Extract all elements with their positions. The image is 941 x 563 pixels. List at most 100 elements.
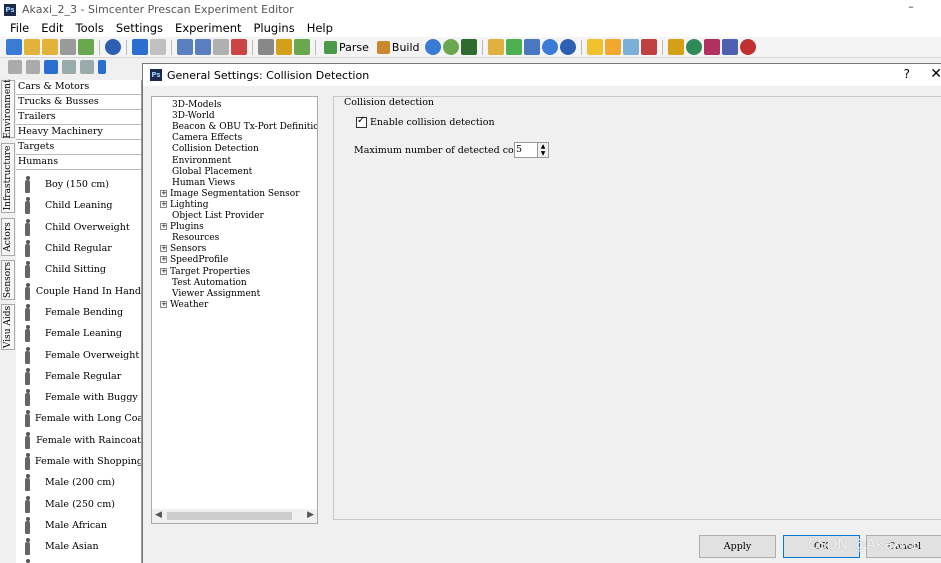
tree-node[interactable]: + Weather bbox=[160, 300, 317, 311]
grid-icon[interactable] bbox=[523, 39, 540, 55]
expand-icon[interactable]: + bbox=[160, 200, 167, 208]
tree-node[interactable]: Global Placement bbox=[172, 167, 317, 178]
open-recent-icon[interactable] bbox=[42, 39, 58, 55]
list-item[interactable]: Female Regular bbox=[16, 366, 141, 387]
forward-icon[interactable] bbox=[26, 60, 40, 74]
expand-icon[interactable]: + bbox=[160, 300, 167, 308]
tree-node[interactable]: Object List Provider bbox=[172, 211, 317, 222]
expand-icon[interactable]: + bbox=[160, 189, 167, 197]
spin-up-icon[interactable]: ▲ bbox=[538, 143, 548, 150]
minimize-icon[interactable]: – bbox=[901, 0, 921, 19]
tree-node[interactable]: + SpeedProfile bbox=[160, 255, 317, 266]
tree-node[interactable]: Viewer Assignment bbox=[172, 289, 317, 300]
tab-environment[interactable]: Environment bbox=[1, 79, 15, 139]
category-cars-motors[interactable]: Cars & Motors bbox=[16, 80, 141, 95]
category-targets[interactable]: Targets bbox=[16, 140, 141, 155]
undo-icon[interactable] bbox=[132, 39, 148, 55]
menu-experiment[interactable]: Experiment bbox=[169, 21, 247, 35]
parse-button[interactable]: Parse bbox=[321, 40, 372, 54]
paste-icon[interactable] bbox=[213, 39, 229, 55]
junction-icon[interactable] bbox=[505, 39, 522, 55]
tree-node[interactable]: + Image Segmentation Sensor bbox=[160, 189, 317, 200]
menu-settings[interactable]: Settings bbox=[110, 21, 169, 35]
tree-node[interactable]: Environment bbox=[172, 156, 317, 167]
close-icon[interactable]: ✕ bbox=[930, 66, 941, 82]
copy-icon[interactable] bbox=[195, 39, 211, 55]
enable-collision-row[interactable]: Enable collision detection bbox=[356, 115, 495, 128]
expand-icon[interactable]: + bbox=[160, 256, 167, 264]
category-trucks-busses[interactable]: Trucks & Busses bbox=[16, 95, 141, 110]
weather-icon[interactable] bbox=[622, 39, 639, 55]
scroll-left-icon[interactable]: ◀ bbox=[155, 510, 162, 520]
tree-node[interactable]: Collision Detection bbox=[172, 144, 317, 155]
globe-icon[interactable] bbox=[424, 39, 441, 55]
tree-node[interactable]: Camera Effects bbox=[172, 133, 317, 144]
tree-node[interactable]: Test Automation bbox=[172, 278, 317, 289]
list-item[interactable]: Child Leaning bbox=[16, 195, 141, 216]
earth-icon[interactable] bbox=[559, 39, 576, 55]
scroll-right-icon[interactable]: ▶ bbox=[307, 510, 314, 520]
list-item[interactable]: Boy (150 cm) bbox=[16, 174, 141, 195]
globe-sync-icon[interactable] bbox=[442, 39, 459, 55]
expand-icon[interactable]: + bbox=[160, 267, 167, 275]
tree-node[interactable]: Resources bbox=[172, 233, 317, 244]
time-slider[interactable] bbox=[98, 60, 106, 74]
tree-node[interactable]: + Plugins bbox=[160, 222, 317, 233]
chart-icon[interactable] bbox=[667, 39, 684, 55]
tab-sensors[interactable]: Sensors bbox=[1, 260, 15, 300]
list-item[interactable]: Female Overweight bbox=[16, 344, 141, 365]
camera-icon[interactable] bbox=[703, 39, 720, 55]
list-item[interactable]: Male (200 cm) bbox=[16, 472, 141, 493]
list-item[interactable]: Child Overweight bbox=[16, 217, 141, 238]
menu-edit[interactable]: Edit bbox=[35, 21, 69, 35]
world-icon[interactable] bbox=[541, 39, 558, 55]
list-item[interactable]: Female with Long Coat bbox=[16, 408, 141, 429]
help-icon[interactable] bbox=[105, 39, 121, 55]
tab-actors[interactable]: Actors bbox=[1, 218, 15, 256]
tree-horizontal-scrollbar[interactable]: ◀ ▶ bbox=[152, 509, 317, 523]
tree-node[interactable]: Beacon & OBU Tx-Port Definitio bbox=[172, 122, 317, 133]
list-item[interactable]: Female Bending bbox=[16, 302, 141, 323]
tree-node[interactable]: + Sensors bbox=[160, 244, 317, 255]
shield-icon[interactable] bbox=[685, 39, 702, 55]
road-icon[interactable] bbox=[487, 39, 504, 55]
cloud-icon[interactable] bbox=[604, 39, 621, 55]
list-item[interactable]: Male Bending bbox=[16, 557, 141, 563]
tree-node[interactable]: 3D-World bbox=[172, 111, 317, 122]
select-area-icon[interactable] bbox=[258, 39, 274, 55]
play-icon[interactable] bbox=[44, 60, 58, 74]
max-collisions-value[interactable]: 5 bbox=[514, 142, 538, 158]
save-as-icon[interactable] bbox=[78, 39, 94, 55]
save-icon[interactable] bbox=[60, 39, 76, 55]
export-icon[interactable] bbox=[460, 39, 477, 55]
build-button[interactable]: Build bbox=[374, 40, 423, 54]
tab-visu-aids[interactable]: Visu Aids bbox=[1, 304, 15, 350]
spin-down-icon[interactable]: ▼ bbox=[538, 150, 548, 157]
tab-infrastructure[interactable]: Infrastructure bbox=[1, 143, 15, 213]
category-trailers[interactable]: Trailers bbox=[16, 110, 141, 125]
enable-collision-checkbox[interactable] bbox=[356, 115, 367, 128]
list-item[interactable]: Child Regular bbox=[16, 238, 141, 259]
delete-icon[interactable] bbox=[231, 39, 247, 55]
category-heavy-machinery[interactable]: Heavy Machinery bbox=[16, 125, 141, 140]
spin-arrows[interactable]: ▲ ▼ bbox=[538, 142, 549, 158]
expand-icon[interactable]: + bbox=[160, 245, 167, 253]
cut-icon[interactable] bbox=[177, 39, 193, 55]
key-icon[interactable] bbox=[276, 39, 292, 55]
expand-icon[interactable]: + bbox=[160, 223, 167, 231]
bug-icon[interactable] bbox=[739, 39, 756, 55]
list-item[interactable]: Child Sitting bbox=[16, 259, 141, 280]
apply-button[interactable]: Apply bbox=[699, 535, 776, 558]
rewind-icon[interactable] bbox=[80, 60, 94, 74]
tree-node[interactable]: Human Views bbox=[172, 178, 317, 189]
menu-tools[interactable]: Tools bbox=[70, 21, 110, 35]
image-icon[interactable] bbox=[640, 39, 657, 55]
scroll-thumb[interactable] bbox=[167, 512, 292, 520]
category-humans[interactable]: Humans bbox=[16, 155, 141, 170]
max-collisions-spinbox[interactable]: 5 ▲ ▼ bbox=[514, 142, 549, 158]
list-item[interactable]: Female with Shopping C bbox=[16, 451, 141, 472]
open-icon[interactable] bbox=[24, 39, 40, 55]
new-icon[interactable] bbox=[6, 39, 22, 55]
menu-file[interactable]: File bbox=[4, 21, 35, 35]
pause-icon[interactable] bbox=[62, 60, 76, 74]
